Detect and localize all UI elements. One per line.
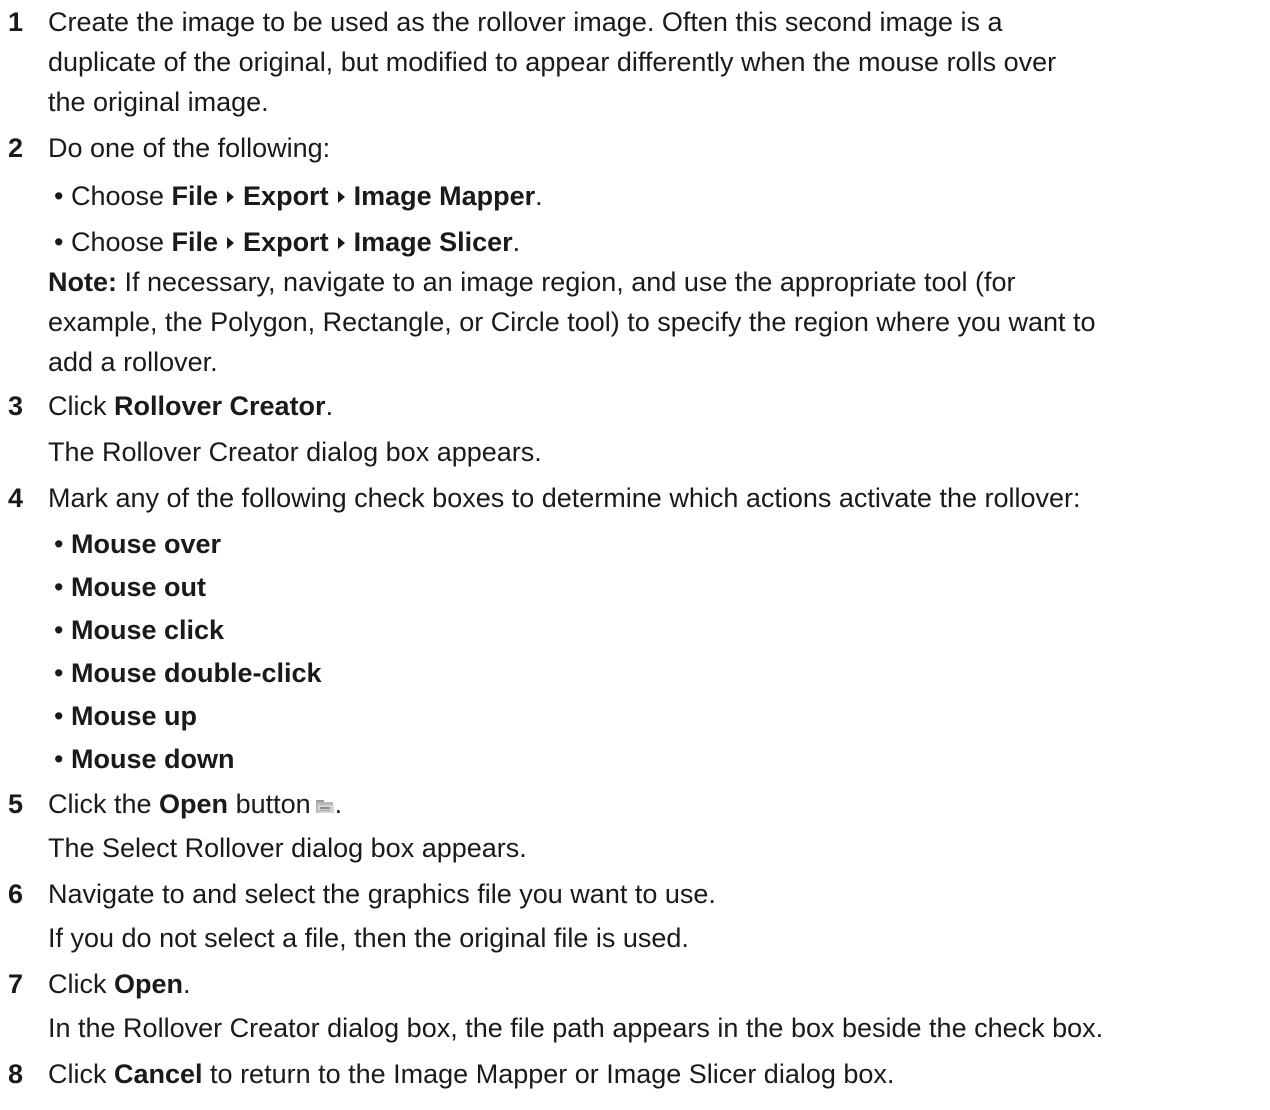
option-mouse-double-click: • Mouse double-click <box>54 658 322 688</box>
open-folder-icon <box>315 788 335 813</box>
step-8-instruction: Click Cancel to return to the Image Mapp… <box>48 1059 895 1089</box>
menu-item-export: Export <box>243 227 329 257</box>
option-mouse-click: • Mouse click <box>54 615 225 645</box>
option-mouse-down: • Mouse down <box>54 744 235 774</box>
submenu-arrow-icon <box>337 236 345 249</box>
step-number: 2 <box>8 133 24 163</box>
submenu-arrow-icon <box>337 190 345 203</box>
step-1-line-1: Create the image to be used as the rollo… <box>48 7 1003 37</box>
option-mouse-out: • Mouse out <box>54 572 206 602</box>
open-label: Open <box>114 969 184 999</box>
step-6-instruction: Navigate to and select the graphics file… <box>48 879 716 909</box>
step-number: 4 <box>8 483 24 513</box>
step-number: 3 <box>8 391 24 421</box>
rollover-creator-label: Rollover Creator <box>114 391 326 421</box>
note-line-1: Note: If necessary, navigate to an image… <box>48 267 1016 297</box>
step-number: 7 <box>8 969 24 999</box>
step-number: 8 <box>8 1059 24 1089</box>
menu-item-image-slicer: Image Slicer <box>353 227 513 257</box>
step-number: 1 <box>8 7 24 37</box>
option-mouse-over: • Mouse over <box>54 529 222 559</box>
cancel-label: Cancel <box>114 1059 203 1089</box>
menu-item-file: File <box>171 181 219 211</box>
note-label: Note: <box>48 267 117 297</box>
step-1-line-3: the original image. <box>48 87 269 117</box>
submenu-arrow-icon <box>227 236 235 249</box>
note-line-2: example, the Polygon, Rectangle, or Circ… <box>48 307 1096 337</box>
step-7-result: In the Rollover Creator dialog box, the … <box>48 1013 1104 1043</box>
menu-path-image-slicer: • Choose File Export Image Slicer. <box>54 227 521 257</box>
step-4-intro: Mark any of the following check boxes to… <box>48 483 1081 513</box>
note-line-3: add a rollover. <box>48 347 218 377</box>
step-3-instruction: Click Rollover Creator. <box>48 391 334 421</box>
step-7-instruction: Click Open. <box>48 969 191 999</box>
step-3-result: The Rollover Creator dialog box appears. <box>48 437 542 467</box>
submenu-arrow-icon <box>227 190 235 203</box>
procedure-page: 1 Create the image to be used as the rol… <box>0 0 1270 1110</box>
step-6-result: If you do not select a file, then the or… <box>48 923 689 953</box>
step-1-line-2: duplicate of the original, but modified … <box>48 47 1057 77</box>
menu-item-image-mapper: Image Mapper <box>353 181 536 211</box>
step-5-result: The Select Rollover dialog box appears. <box>48 833 527 863</box>
menu-path-image-mapper: • Choose File Export Image Mapper. <box>54 181 543 211</box>
step-number: 6 <box>8 879 24 909</box>
menu-item-file: File <box>171 227 219 257</box>
step-2-intro: Do one of the following: <box>48 133 331 163</box>
open-button-label: Open <box>159 789 229 819</box>
step-number: 5 <box>8 789 24 819</box>
option-mouse-up: • Mouse up <box>54 701 197 731</box>
step-5-instruction: Click the Open button. <box>48 788 343 819</box>
menu-item-export: Export <box>243 181 329 211</box>
